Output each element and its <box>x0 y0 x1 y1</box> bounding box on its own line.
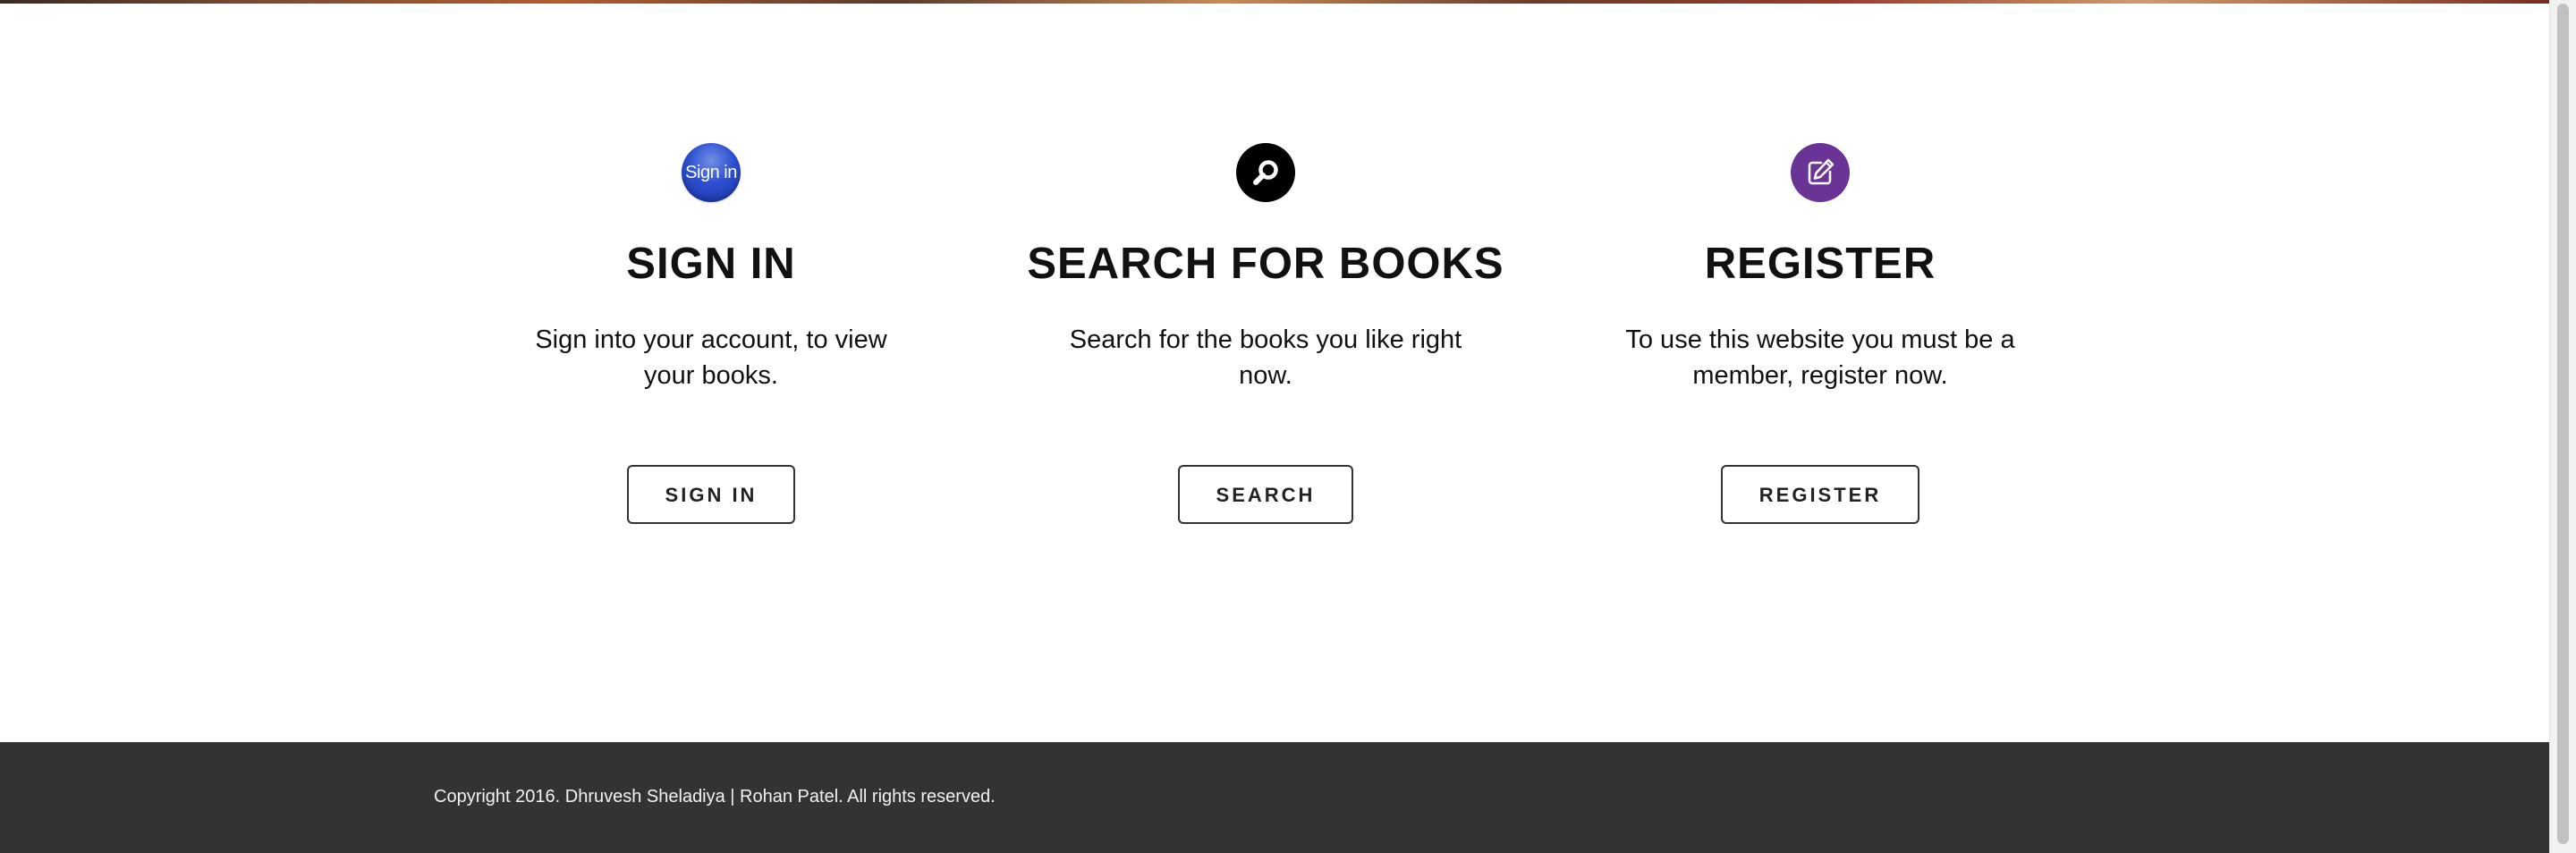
feature-sign-in: Sign in SIGN IN Sign into your account, … <box>461 143 962 524</box>
sign-in-heading: SIGN IN <box>626 240 796 288</box>
sign-in-badge-icon: Sign in <box>682 143 741 202</box>
magnifier-glyph <box>1253 160 1278 185</box>
search-description: Search for the books you like right now. <box>1069 325 1462 390</box>
pencil-square-glyph <box>1808 158 1835 185</box>
footer: Copyright 2016. Dhruvesh Sheladiya | Roh… <box>0 742 2549 853</box>
sign-in-button[interactable]: SIGN IN <box>626 465 796 524</box>
search-icon <box>1236 143 1295 202</box>
sign-in-description: Sign into your account, to view your boo… <box>535 325 887 390</box>
page: Sign in SIGN IN Sign into your account, … <box>0 0 2576 853</box>
edit-icon <box>1791 143 1850 202</box>
vertical-scrollbar[interactable] <box>2549 0 2576 853</box>
search-button[interactable]: SEARCH <box>1177 465 1354 524</box>
search-heading: SEARCH FOR BOOKS <box>1027 240 1504 288</box>
sign-in-icon-label: Sign in <box>685 162 737 182</box>
register-heading: REGISTER <box>1704 240 1936 288</box>
register-description: To use this website you must be a member… <box>1625 325 2015 390</box>
scrollbar-thumb[interactable] <box>2557 4 2569 844</box>
feature-search: SEARCH FOR BOOKS Search for the books yo… <box>1015 143 1516 524</box>
features-section: Sign in SIGN IN Sign into your account, … <box>0 0 2549 742</box>
feature-register: REGISTER To use this website you must be… <box>1570 143 2071 524</box>
register-button[interactable]: REGISTER <box>1720 465 1920 524</box>
copyright-text: Copyright 2016. Dhruvesh Sheladiya | Roh… <box>434 787 996 807</box>
